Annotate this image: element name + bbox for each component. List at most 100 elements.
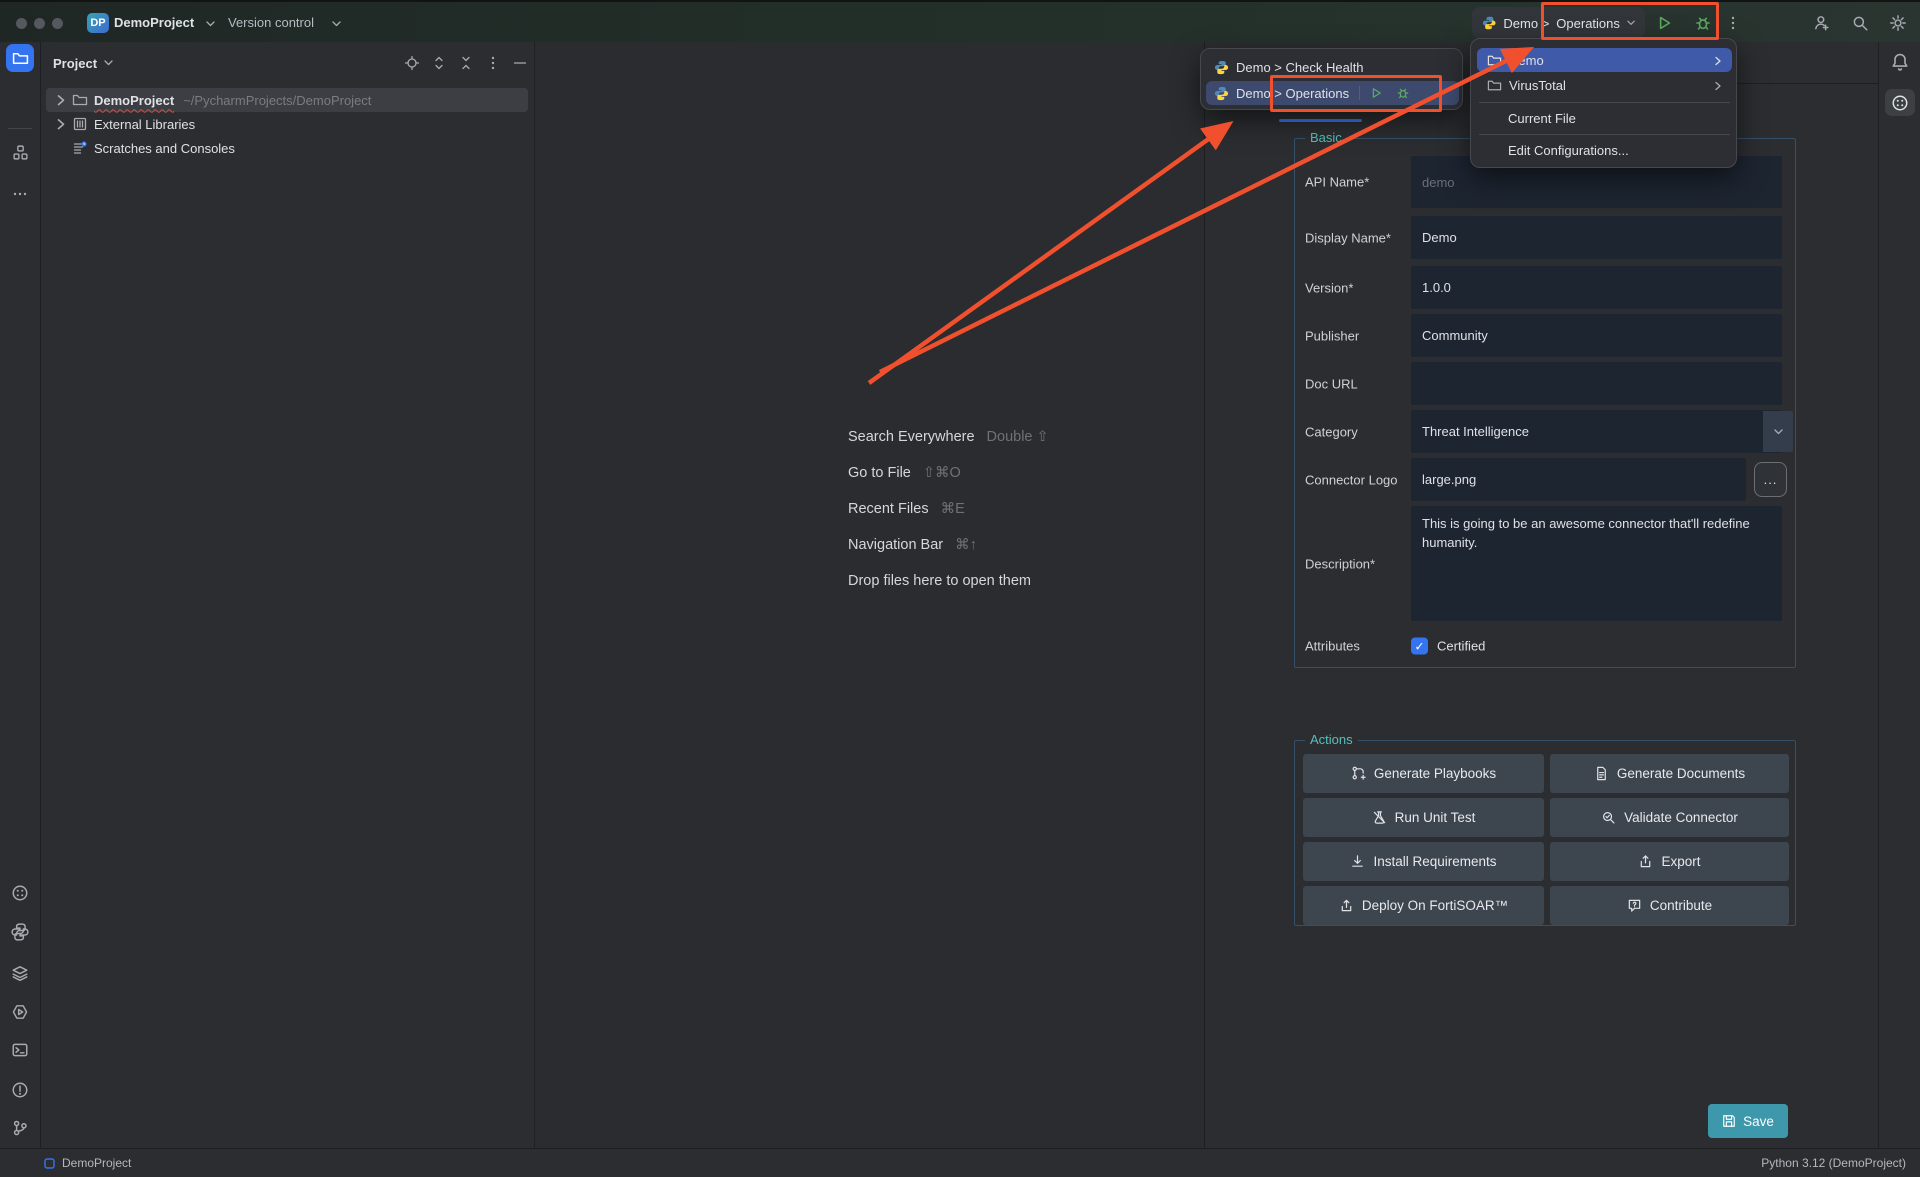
search-everywhere-button[interactable]: [1846, 9, 1874, 37]
tool-window-ai-button[interactable]: [6, 879, 34, 907]
tree-item-label: External Libraries: [94, 117, 195, 132]
category-label: Category: [1305, 424, 1358, 439]
version-label: Version*: [1305, 280, 1353, 295]
settings-button[interactable]: [1884, 9, 1912, 37]
display-name-input[interactable]: Demo: [1411, 216, 1782, 259]
field-row-attributes: Attributes ✓ Certified: [1295, 633, 1797, 659]
status-python-interpreter[interactable]: Python 3.12 (DemoProject): [1761, 1156, 1906, 1170]
validate-connector-button[interactable]: Validate Connector: [1550, 798, 1789, 837]
library-icon: [72, 116, 88, 132]
project-tool-window: Project DemoProject ~/PycharmProjects/De…: [41, 42, 535, 1148]
generate-playbooks-button[interactable]: Generate Playbooks: [1303, 754, 1544, 793]
expand-all-icon[interactable]: [431, 55, 447, 71]
publisher-input[interactable]: Community: [1411, 314, 1782, 357]
install-requirements-button[interactable]: Install Requirements: [1303, 842, 1544, 881]
notifications-bell-icon[interactable]: [1890, 52, 1910, 72]
more-actions-button[interactable]: [1719, 9, 1747, 37]
connector-logo-input[interactable]: large.png: [1411, 458, 1746, 501]
stripe-divider: [8, 128, 32, 129]
tool-window-python-console-button[interactable]: [6, 959, 34, 987]
description-label: Description*: [1305, 556, 1375, 571]
run-unit-test-button[interactable]: Run Unit Test: [1303, 798, 1544, 837]
certified-checkbox-label: Certified: [1437, 639, 1485, 654]
python-icon: [1214, 86, 1229, 101]
menu-item-current-file[interactable]: Current File: [1477, 106, 1732, 130]
python-icon: [1482, 15, 1496, 31]
deploy-on-fortisoar-button[interactable]: Deploy On FortiSOAR™: [1303, 886, 1544, 925]
tree-row-scratches[interactable]: Scratches and Consoles: [46, 136, 528, 160]
menu-item-edit-configurations[interactable]: Edit Configurations...: [1477, 138, 1732, 162]
tool-window-terminal-button[interactable]: [6, 1036, 34, 1064]
basic-section: Basic API Name* demo Display Name* Demo …: [1294, 138, 1796, 668]
tool-window-connector-form-button[interactable]: [1885, 89, 1915, 116]
window-close-button[interactable]: [16, 18, 27, 29]
folder-icon: [1487, 53, 1502, 68]
magnifier-check-icon: [1601, 810, 1616, 825]
document-icon: [1594, 766, 1609, 781]
annotation-box-popup-operations: [1270, 75, 1442, 112]
save-button[interactable]: Save: [1708, 1104, 1788, 1138]
hide-panel-icon[interactable]: [512, 55, 528, 71]
menu-item-virustotal[interactable]: VirusTotal: [1477, 73, 1732, 97]
generate-documents-button[interactable]: Generate Documents: [1550, 754, 1789, 793]
circle-dots-icon: [11, 884, 29, 902]
shortcut-search-everywhere: Search EverywhereDouble ⇧: [848, 426, 1049, 448]
version-input[interactable]: 1.0.0: [1411, 266, 1782, 309]
tree-row-external-libraries[interactable]: External Libraries: [46, 112, 528, 136]
tool-window-python-packages-button[interactable]: [6, 918, 34, 946]
field-row-description: Description* This is going to be an awes…: [1295, 506, 1797, 621]
field-row-connector-logo: Connector Logo large.png ...: [1295, 458, 1797, 501]
contribute-button[interactable]: Contribute: [1550, 886, 1789, 925]
folder-icon: [12, 50, 29, 67]
window-minimize-button[interactable]: [34, 18, 45, 29]
version-control-menu[interactable]: Version control: [228, 15, 314, 30]
folder-icon: [1487, 78, 1502, 93]
export-button[interactable]: Export: [1550, 842, 1789, 881]
select-chevron-button[interactable]: [1763, 411, 1793, 452]
actions-section-legend: Actions: [1305, 732, 1358, 747]
structure-icon: [12, 144, 29, 161]
project-panel-title[interactable]: Project: [53, 56, 97, 71]
tool-window-structure-button[interactable]: [6, 138, 34, 166]
tool-window-services-button[interactable]: [6, 998, 34, 1026]
tool-window-version-control-button[interactable]: [6, 1114, 34, 1142]
locate-file-icon[interactable]: [404, 55, 420, 71]
git-branch-icon: [11, 1119, 29, 1137]
status-bar: DemoProject Python 3.12 (DemoProject): [0, 1148, 1920, 1177]
description-textarea[interactable]: This is going to be an awesome connector…: [1411, 506, 1782, 621]
active-tab-underline: [1279, 119, 1362, 122]
field-row-display-name: Display Name* Demo: [1295, 216, 1797, 259]
shortcut-go-to-file: Go to File⇧⌘O: [848, 462, 961, 484]
submenu-chevron-icon: [1714, 81, 1722, 91]
project-badge[interactable]: DP: [87, 13, 109, 33]
window-zoom-button[interactable]: [52, 18, 63, 29]
kebab-menu-icon: [1725, 15, 1741, 31]
code-with-me-button[interactable]: [1808, 9, 1836, 37]
certified-checkbox[interactable]: ✓: [1411, 638, 1428, 655]
tool-window-problems-button[interactable]: [6, 1076, 34, 1104]
browse-logo-button[interactable]: ...: [1754, 462, 1787, 497]
project-menu[interactable]: DemoProject: [114, 15, 194, 30]
status-project-name[interactable]: DemoProject: [62, 1156, 131, 1170]
playbooks-icon: [1351, 766, 1366, 781]
category-select[interactable]: Threat Intelligence: [1411, 410, 1782, 453]
options-kebab-icon[interactable]: [485, 55, 501, 71]
doc-url-input[interactable]: [1411, 362, 1782, 405]
menu-item-demo[interactable]: Demo: [1477, 48, 1732, 72]
menu-separator: [1479, 102, 1730, 103]
annotation-box-run-widget: [1541, 2, 1719, 40]
tree-item-label: Scratches and Consoles: [94, 141, 235, 156]
right-tool-stripe: [1878, 42, 1920, 1148]
python-outline-icon: [11, 923, 29, 941]
save-icon: [1722, 1114, 1736, 1128]
more-tool-windows-button[interactable]: [6, 180, 34, 208]
chevron-down-icon: [104, 60, 113, 66]
display-name-label: Display Name*: [1305, 230, 1391, 245]
left-tool-stripe: [0, 42, 41, 1148]
tool-window-project-button[interactable]: [6, 44, 34, 72]
collapse-all-icon[interactable]: [458, 55, 474, 71]
tree-row-demo-project[interactable]: DemoProject ~/PycharmProjects/DemoProjec…: [46, 88, 528, 112]
hexagon-play-icon: [11, 1003, 29, 1021]
drop-files-hint: Drop files here to open them: [848, 570, 1031, 592]
attributes-label: Attributes: [1305, 639, 1360, 654]
